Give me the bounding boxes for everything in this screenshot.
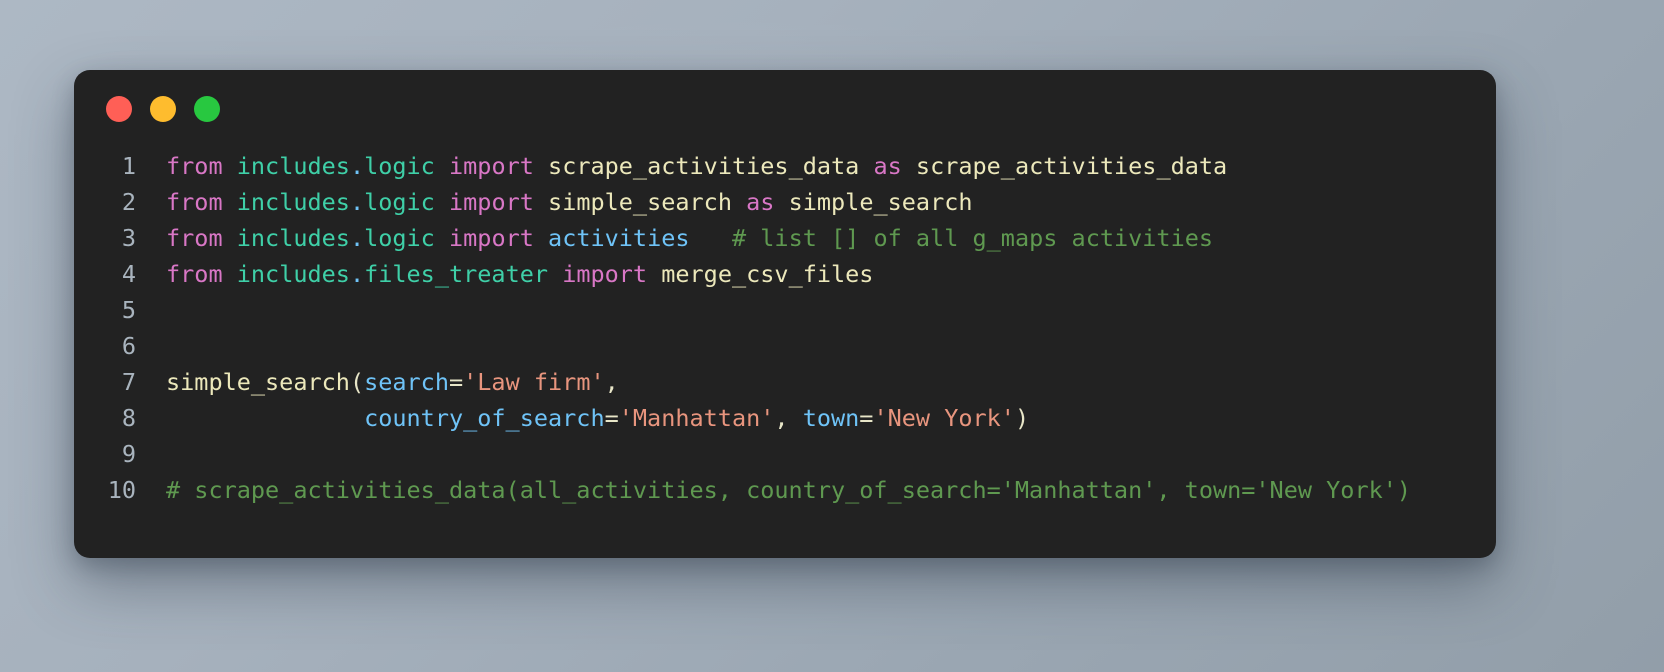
code-line[interactable]: 6 <box>74 328 1496 364</box>
line-number: 8 <box>121 404 136 432</box>
code-line-content: country_of_search='Manhattan', town='New… <box>136 400 1029 436</box>
line-number: 5 <box>121 296 136 324</box>
code-token: = <box>604 404 619 432</box>
code-token: import <box>449 152 534 180</box>
line-number: 3 <box>121 224 136 252</box>
code-line-content: # scrape_activities_data(all_activities,… <box>136 472 1411 508</box>
code-line-content: from includes.files_treater import merge… <box>136 256 873 292</box>
code-line[interactable]: 2 from includes.logic import simple_searc… <box>74 184 1496 220</box>
code-line-content: from includes.logic import simple_search… <box>136 184 973 220</box>
code-token: from <box>166 224 223 252</box>
code-token: includes <box>236 224 350 252</box>
close-window-button[interactable] <box>106 96 132 122</box>
code-token: from <box>166 260 223 288</box>
code-token: ( <box>349 368 365 396</box>
code-token: logic <box>364 224 435 252</box>
line-number: 9 <box>121 440 136 468</box>
line-number: 6 <box>121 332 136 360</box>
code-line[interactable]: 8 country_of_search='Manhattan', town='N… <box>74 400 1496 436</box>
line-number: 10 <box>107 476 136 504</box>
code-token: , <box>774 404 803 432</box>
code-token: # list [] of all g_maps activities <box>731 224 1214 252</box>
line-number: 2 <box>121 188 136 216</box>
line-number: 1 <box>121 152 136 180</box>
code-window: 1 from includes.logic import scrape_activ… <box>74 70 1496 558</box>
code-token: 'Law firm' <box>463 368 605 396</box>
code-token: logic <box>364 152 435 180</box>
window-title-bar[interactable] <box>74 70 1496 148</box>
code-token: import <box>449 224 534 252</box>
code-token: from <box>166 152 223 180</box>
code-line[interactable]: 3 from includes.logic import activities #… <box>74 220 1496 256</box>
code-token: , <box>604 368 619 396</box>
code-line[interactable]: 9 <box>74 436 1496 472</box>
code-token: logic <box>364 188 435 216</box>
code-token: as <box>873 152 902 180</box>
code-token: includes <box>236 188 350 216</box>
code-token: import <box>449 188 534 216</box>
code-line[interactable]: 4 from includes.files_treater import merg… <box>74 256 1496 292</box>
code-line-content: from includes.logic import scrape_activi… <box>136 148 1227 184</box>
code-token: . <box>349 188 365 216</box>
code-line[interactable]: 10 # scrape_activities_data(all_activitie… <box>74 472 1496 508</box>
code-token: = <box>859 404 874 432</box>
code-token: import <box>562 260 648 288</box>
code-token: search <box>364 368 449 396</box>
code-token: ) <box>1014 404 1030 432</box>
line-number: 4 <box>121 260 136 288</box>
code-token: includes <box>236 260 350 288</box>
code-token: as <box>746 188 775 216</box>
code-line-content: simple_search(search='Law firm', <box>136 364 619 400</box>
code-token: merge_csv_files <box>661 260 874 288</box>
code-token: files_treater <box>364 260 549 288</box>
code-token: simple_search <box>166 368 350 396</box>
code-token: . <box>349 152 365 180</box>
code-line[interactable]: 5 <box>74 292 1496 328</box>
code-line[interactable]: 7 simple_search(search='Law firm', <box>74 364 1496 400</box>
code-editor[interactable]: 1 from includes.logic import scrape_activ… <box>74 148 1496 508</box>
code-token: from <box>166 188 223 216</box>
code-token: . <box>349 260 365 288</box>
code-token: country_of_search <box>364 404 605 432</box>
code-token: simple_search <box>788 188 973 216</box>
code-token: activities <box>548 224 690 252</box>
maximize-window-button[interactable] <box>194 96 220 122</box>
code-token: 'New York' <box>873 404 1015 432</box>
code-token: includes <box>236 152 350 180</box>
code-token: scrape_activities_data <box>548 152 860 180</box>
code-token: . <box>349 224 365 252</box>
minimize-window-button[interactable] <box>150 96 176 122</box>
line-number: 7 <box>121 368 136 396</box>
code-line[interactable]: 1 from includes.logic import scrape_activ… <box>74 148 1496 184</box>
code-line-content: from includes.logic import activities # … <box>136 220 1213 256</box>
code-token: scrape_activities_data <box>915 152 1228 180</box>
code-token: = <box>448 368 464 396</box>
code-token: simple_search <box>548 188 732 216</box>
code-token: town <box>802 404 860 432</box>
code-token: 'Manhattan' <box>618 404 775 432</box>
code-token: # scrape_activities_data(all_activities,… <box>166 476 1412 504</box>
